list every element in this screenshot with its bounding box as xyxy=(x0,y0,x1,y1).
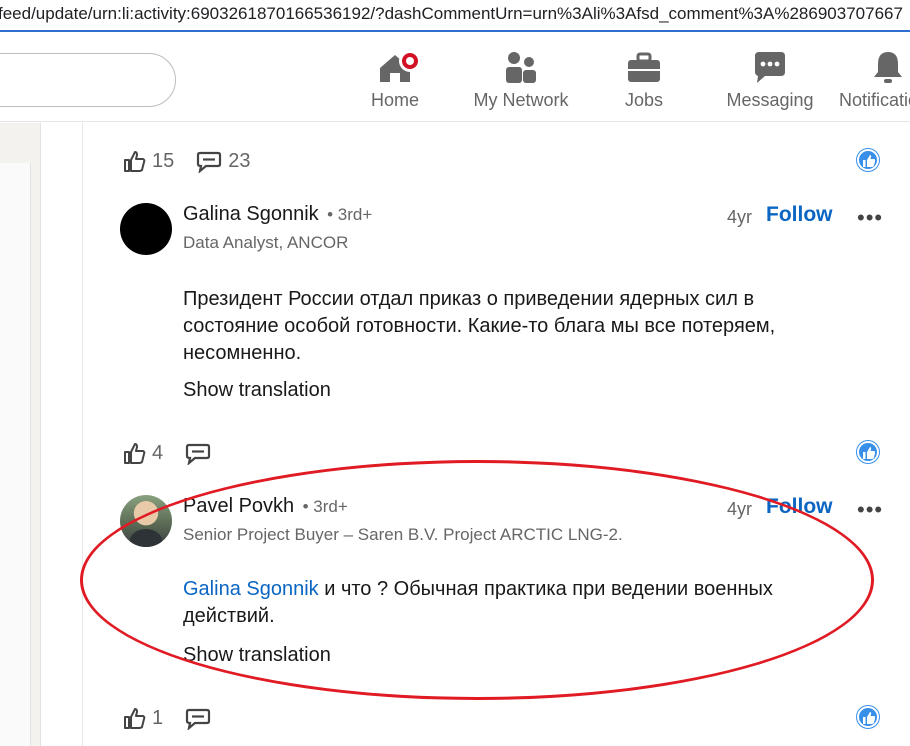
thumbs-up-icon xyxy=(124,708,146,729)
avatar[interactable] xyxy=(120,495,172,547)
top-nav: Home My Network Jobs Messaging Notificat… xyxy=(0,34,910,122)
url-text: feed/update/urn:li:activity:690326187016… xyxy=(0,4,903,23)
comment-time: 4yr xyxy=(727,499,753,519)
nav-jobs-label: Jobs xyxy=(624,90,664,110)
nav-notifications[interactable]: Notifications xyxy=(838,48,910,111)
comment-like-button[interactable]: 4 xyxy=(122,441,163,465)
like-reaction-icon xyxy=(857,149,879,171)
author-headline: Data Analyst, ANCOR xyxy=(183,233,349,252)
reply-button[interactable] xyxy=(185,441,217,465)
comment-item: Galina Sgonnik • 3rd+ Data Analyst, ANCO… xyxy=(120,203,890,463)
comment-like-count: 1 xyxy=(152,706,164,729)
nav-messaging[interactable]: Messaging xyxy=(720,48,820,111)
nav-network-label: My Network xyxy=(473,90,569,110)
briefcase-icon xyxy=(614,48,674,86)
comment-like-button[interactable]: 1 xyxy=(122,706,163,730)
author-name[interactable]: Pavel Povkh xyxy=(183,495,294,517)
connection-degree: • 3rd+ xyxy=(302,497,348,516)
nav-my-network[interactable]: My Network xyxy=(466,48,576,111)
post-like-button[interactable]: 15 xyxy=(122,149,174,173)
comment-icon xyxy=(186,443,211,465)
comment-text: Galina Sgonnik и что ? Обычная практика … xyxy=(183,576,843,630)
network-icon xyxy=(466,48,576,86)
mention-link[interactable]: Galina Sgonnik xyxy=(183,578,319,600)
show-translation-button[interactable]: Show translation xyxy=(183,644,331,667)
comment-icon xyxy=(186,708,211,730)
comment-header: Galina Sgonnik • 3rd+ Data Analyst, ANCO… xyxy=(183,203,883,252)
comment-text: Президент России отдал приказ о приведен… xyxy=(183,288,776,364)
comment-like-count: 4 xyxy=(152,441,164,464)
thread-line xyxy=(82,123,83,746)
comment-header: Pavel Povkh • 3rd+ Senior Project Buyer … xyxy=(183,495,883,544)
comment-reaction-bar: 4 xyxy=(122,438,239,468)
comment-time: 4yr xyxy=(727,207,753,227)
address-bar[interactable]: feed/update/urn:li:activity:690326187016… xyxy=(0,0,910,32)
nav-home-label: Home xyxy=(370,90,419,110)
thumbs-up-icon xyxy=(124,151,146,172)
search-input[interactable] xyxy=(0,53,176,107)
post-reaction-bar: 15 23 xyxy=(122,146,273,176)
follow-button[interactable]: Follow xyxy=(766,203,833,227)
more-options-icon[interactable]: ••• xyxy=(857,205,883,231)
post-comment-count: 23 xyxy=(228,149,251,172)
reply-button[interactable] xyxy=(185,706,217,730)
nav-home[interactable]: Home xyxy=(365,48,425,111)
author-headline: Senior Project Buyer – Saren B.V. Projec… xyxy=(183,525,623,544)
avatar[interactable] xyxy=(120,203,172,255)
author-name[interactable]: Galina Sgonnik xyxy=(183,203,319,225)
bell-icon xyxy=(838,48,910,86)
notification-badge xyxy=(399,50,421,72)
comment-reaction-bar: 1 xyxy=(122,703,239,733)
like-reaction-icon xyxy=(857,706,879,728)
nav-messaging-label: Messaging xyxy=(726,90,814,110)
more-options-icon[interactable]: ••• xyxy=(857,497,883,523)
post-comment-button[interactable]: 23 xyxy=(196,149,251,173)
left-rail xyxy=(0,123,40,746)
nav-jobs[interactable]: Jobs xyxy=(614,48,674,111)
show-translation-button[interactable]: Show translation xyxy=(183,379,331,402)
like-reaction-icon xyxy=(857,441,879,463)
comment-item: Pavel Povkh • 3rd+ Senior Project Buyer … xyxy=(120,495,890,675)
thumbs-up-icon xyxy=(124,443,146,464)
follow-button[interactable]: Follow xyxy=(766,495,833,519)
messaging-icon xyxy=(720,48,820,86)
connection-degree: • 3rd+ xyxy=(327,205,373,224)
nav-notifications-label: Notifications xyxy=(838,90,910,110)
comment-icon xyxy=(197,151,222,173)
post-like-count: 15 xyxy=(152,149,175,172)
